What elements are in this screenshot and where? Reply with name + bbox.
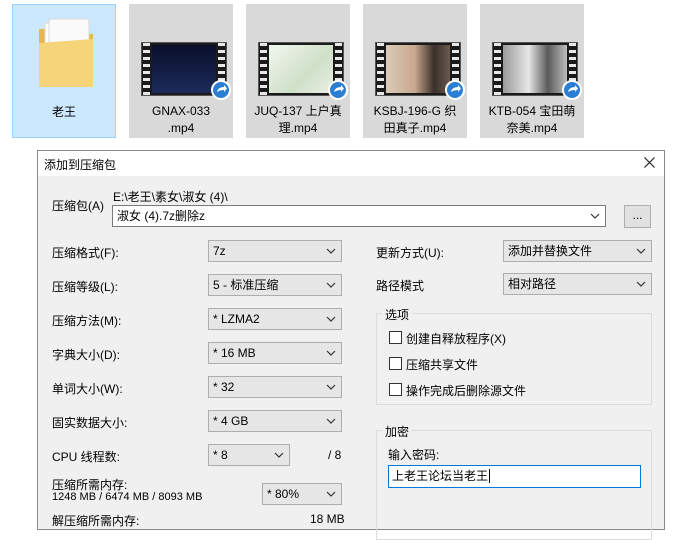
memory-select[interactable]: * 80% <box>262 483 342 505</box>
solid-value: * 4 GB <box>213 414 249 428</box>
update-mode-select[interactable]: 添加并替换文件 <box>503 240 652 262</box>
decompress-memory-value: 18 MB <box>310 512 345 526</box>
method-select[interactable]: * LZMA2 <box>208 308 342 330</box>
chevron-down-icon <box>325 241 337 261</box>
folder-icon <box>39 18 93 87</box>
share-badge-icon <box>211 80 231 100</box>
folder-item[interactable]: 老王 <box>12 4 116 138</box>
add-to-archive-dialog: 添加到压缩包 压缩包(A) E:\老王\素女\淑女 (4)\ 淑女 (4).7z… <box>37 150 665 540</box>
update-mode-value: 添加并替换文件 <box>508 244 593 258</box>
word-label: 单词大小(W): <box>52 382 123 396</box>
chevron-down-icon <box>325 484 337 504</box>
word-select[interactable]: * 32 <box>208 376 342 398</box>
dict-value: * 16 MB <box>213 346 256 360</box>
path-mode-value: 相对路径 <box>508 277 557 291</box>
format-value: 7z <box>213 244 226 258</box>
decompress-memory-label: 解压缩所需内存: <box>52 514 140 528</box>
memory-detail: 1248 MB / 6474 MB / 8093 MB <box>52 491 203 503</box>
word-value: * 32 <box>213 380 235 394</box>
solid-label: 固实数据大小: <box>52 416 128 430</box>
options-group-title: 选项 <box>382 306 413 323</box>
threads-select[interactable]: * 8 <box>208 444 290 466</box>
sfx-checkbox-label: 创建自释放程序(X) <box>406 332 506 346</box>
folder-label: 老王 <box>51 105 76 119</box>
shared-checkbox-label: 压缩共享文件 <box>406 358 479 372</box>
video-file-item[interactable]: JUQ-137 上户真 理.mp4 <box>246 4 350 138</box>
shared-checkbox[interactable] <box>389 357 402 370</box>
password-input[interactable]: 上老王论坛当老王 <box>388 465 641 488</box>
level-select[interactable]: 5 - 标准压缩 <box>208 274 342 296</box>
password-label: 输入密码: <box>388 448 440 462</box>
video-file-item[interactable]: KSBJ-196-G 织 田真子.mp4 <box>363 4 467 138</box>
share-badge-icon <box>562 80 582 100</box>
video-file-item[interactable]: GNAX-033 .mp4 <box>129 4 233 138</box>
chevron-down-icon <box>273 445 285 465</box>
dialog-title: 添加到压缩包 <box>44 158 117 172</box>
browse-button[interactable]: ... <box>624 205 651 228</box>
file-label: GNAX-033 .mp4 <box>151 104 211 135</box>
method-value: * LZMA2 <box>213 312 260 326</box>
chevron-down-icon <box>325 275 337 295</box>
chevron-down-icon <box>325 309 337 329</box>
chevron-down-icon <box>325 411 337 431</box>
method-label: 压缩方法(M): <box>52 314 122 328</box>
encryption-group-title: 加密 <box>382 423 413 440</box>
solid-select[interactable]: * 4 GB <box>208 410 342 432</box>
dict-select[interactable]: * 16 MB <box>208 342 342 364</box>
threads-value: * 8 <box>213 448 228 462</box>
level-label: 压缩等级(L): <box>52 280 119 294</box>
threads-max: / 8 <box>328 448 342 462</box>
format-label: 压缩格式(F): <box>52 246 119 260</box>
dialog-titlebar: 添加到压缩包 <box>38 151 664 176</box>
delete-checkbox[interactable] <box>389 383 402 396</box>
archive-label: 压缩包(A) <box>52 199 104 213</box>
video-file-item[interactable]: KTB-054 宝田萌 奈美.mp4 <box>480 4 584 138</box>
delete-checkbox-label: 操作完成后删除源文件 <box>406 384 527 398</box>
close-icon <box>643 157 655 168</box>
chevron-down-icon <box>325 377 337 397</box>
chevron-down-icon <box>635 241 647 261</box>
password-value: 上老王论坛当老王 <box>392 469 489 483</box>
close-button[interactable] <box>638 153 660 173</box>
path-mode-select[interactable]: 相对路径 <box>503 273 652 295</box>
archive-path: E:\老王\素女\淑女 (4)\ <box>113 190 228 204</box>
format-select[interactable]: 7z <box>208 240 342 262</box>
level-value: 5 - 标准压缩 <box>213 278 279 292</box>
update-mode-label: 更新方式(U): <box>376 246 444 260</box>
threads-label: CPU 线程数: <box>52 450 121 464</box>
file-label: KTB-054 宝田萌 奈美.mp4 <box>488 104 576 135</box>
archive-name-combo[interactable]: 淑女 (4).7z删除z <box>112 205 606 227</box>
dict-label: 字典大小(D): <box>52 348 120 362</box>
file-label: KSBJ-196-G 织 田真子.mp4 <box>373 104 457 135</box>
archive-name-value: 淑女 (4).7z删除z <box>117 209 206 223</box>
path-mode-label: 路径模式 <box>376 279 425 293</box>
chevron-down-icon <box>589 206 601 226</box>
chevron-down-icon <box>325 343 337 363</box>
share-badge-icon <box>328 80 348 100</box>
share-badge-icon <box>445 80 465 100</box>
file-label: JUQ-137 上户真 理.mp4 <box>254 104 342 135</box>
sfx-checkbox[interactable] <box>389 331 402 344</box>
chevron-down-icon <box>635 274 647 294</box>
memory-value: * 80% <box>267 487 300 501</box>
